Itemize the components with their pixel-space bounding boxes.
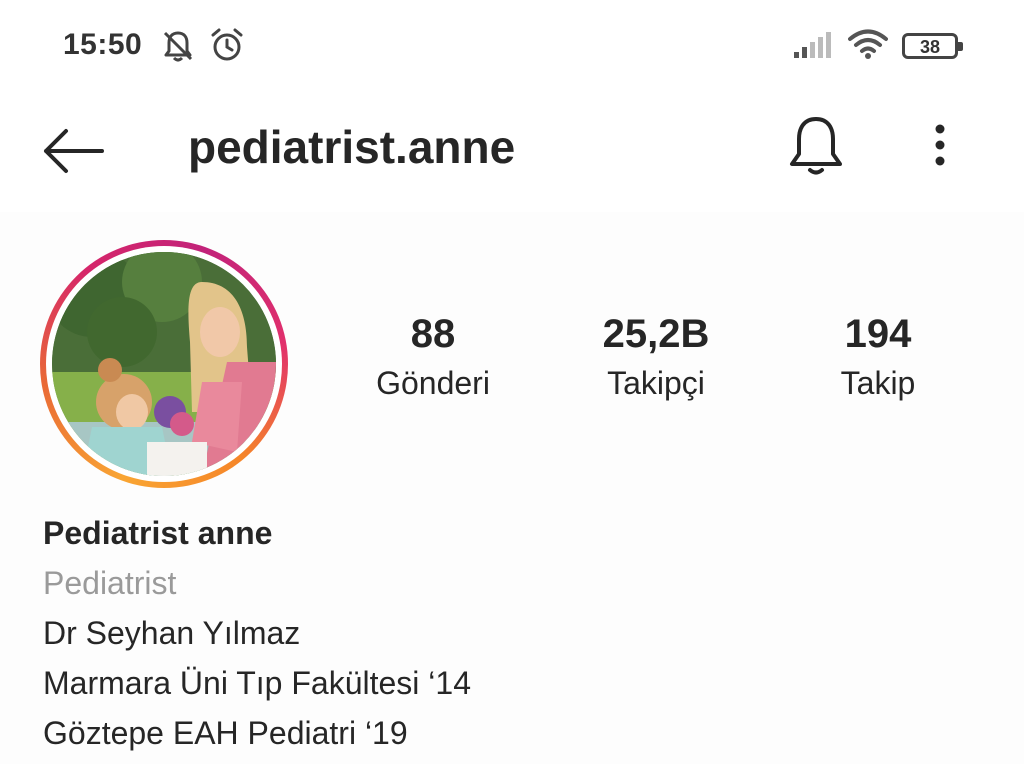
battery-level: 38	[919, 37, 941, 57]
wifi-icon	[848, 29, 888, 59]
avatar-image	[52, 252, 276, 476]
stat-posts-label: Gönderi	[376, 365, 490, 401]
profile-username: pediatrist.anne	[188, 121, 516, 173]
stat-followers-count: 25,2B	[602, 312, 710, 356]
stat-posts-count: 88	[410, 312, 456, 356]
bio-line: Dr Seyhan Yılmaz	[43, 615, 301, 651]
alarm-icon	[211, 28, 243, 61]
avatar[interactable]	[52, 252, 276, 476]
stat-following-count: 194	[844, 312, 912, 356]
battery-icon: 38	[902, 33, 963, 59]
stat-posts[interactable]: 88 Gönderi	[333, 312, 533, 402]
status-time: 15:50	[63, 28, 143, 61]
bio-line: Göztepe EAH Pediatri ‘19	[43, 715, 408, 751]
stat-following[interactable]: 194 Takip	[778, 312, 978, 402]
stat-following-label: Takip	[840, 365, 916, 401]
bio-line: Marmara Üni Tıp Fakültesi ‘14	[43, 665, 471, 701]
profile-name: Pediatrist anne	[43, 515, 273, 551]
bell-icon[interactable]	[786, 112, 846, 178]
more-vertical-icon[interactable]	[930, 124, 950, 168]
notifications-off-icon	[163, 31, 193, 62]
back-arrow-icon[interactable]	[42, 128, 104, 174]
stat-followers[interactable]: 25,2B Takipçi	[556, 312, 756, 402]
status-bar: 15:50 38	[0, 0, 1024, 92]
profile-section: 88 Gönderi 25,2B Takipçi 194 Takip Pedia…	[0, 212, 1024, 764]
avatar-border	[46, 246, 282, 482]
signal-icon	[794, 32, 831, 58]
story-ring[interactable]	[40, 240, 288, 488]
profile-header: pediatrist.anne	[0, 92, 1024, 212]
profile-category: Pediatrist	[43, 565, 177, 601]
stat-followers-label: Takipçi	[607, 365, 705, 401]
bio: Pediatrist anne Pediatrist Dr Seyhan Yıl…	[43, 508, 471, 758]
